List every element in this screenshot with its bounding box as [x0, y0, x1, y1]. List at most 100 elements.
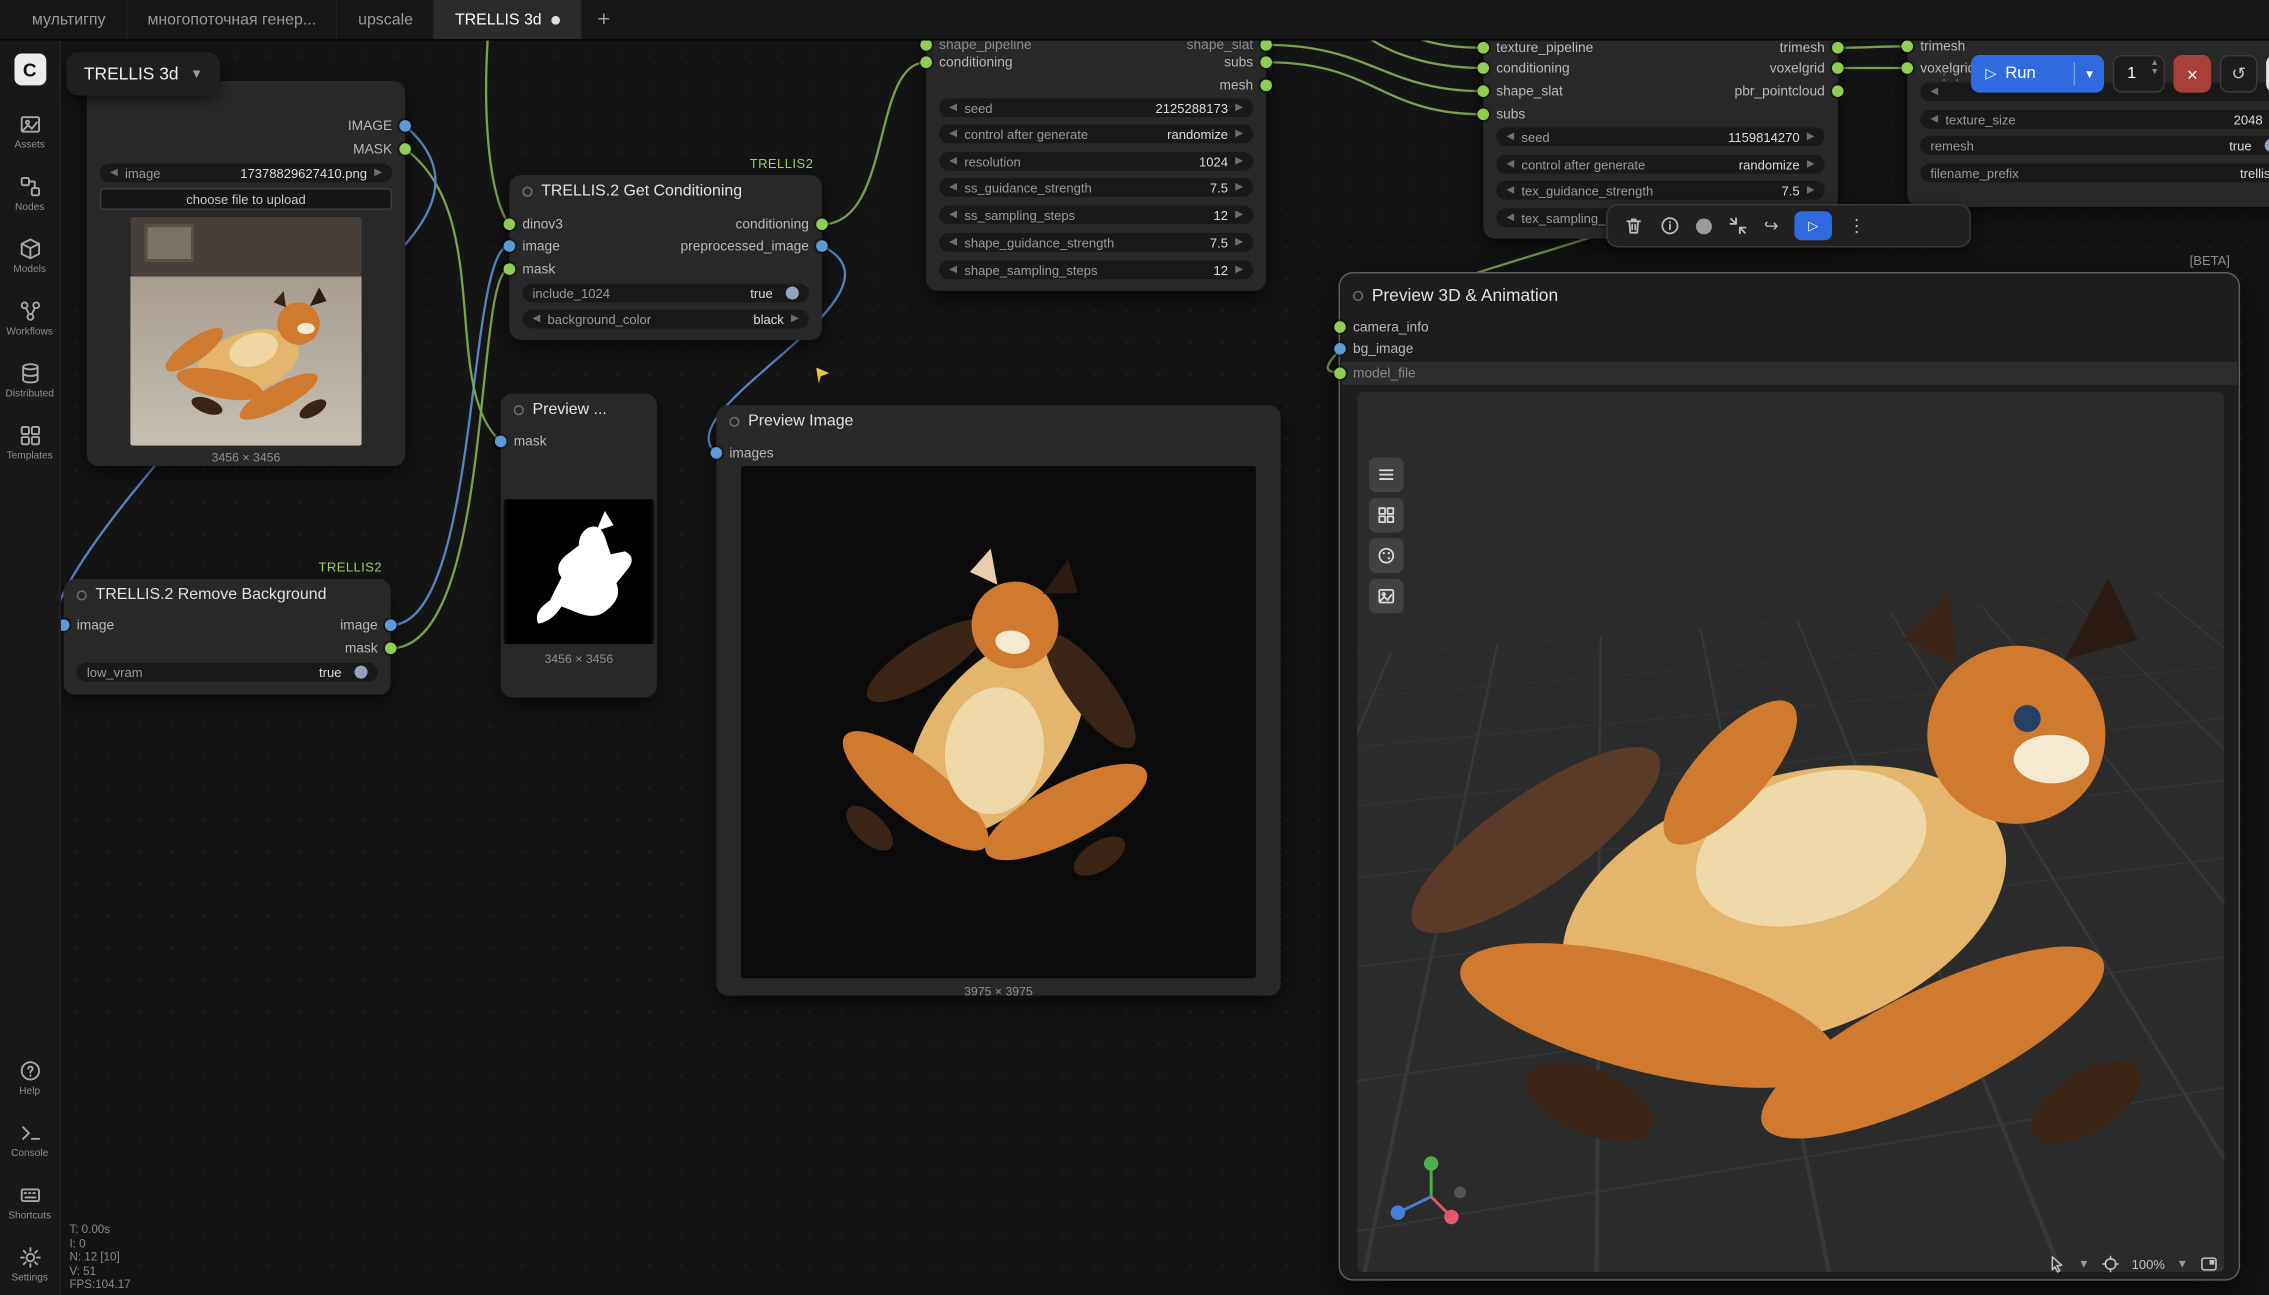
- output-port-subs[interactable]: [1260, 56, 1272, 68]
- collapse-dot-icon[interactable]: [514, 404, 524, 414]
- widget-remesh[interactable]: remeshtrue: [1920, 136, 2269, 155]
- next-arrow-icon[interactable]: ▶: [374, 168, 382, 178]
- widget-ss-sampling-steps[interactable]: ◀ss_sampling_steps12▶: [939, 205, 1253, 224]
- run-node-button[interactable]: ▷: [1794, 211, 1832, 240]
- info-icon[interactable]: [1660, 216, 1680, 236]
- material-button[interactable]: [1369, 538, 1404, 573]
- axis-x-handle[interactable]: [1391, 1205, 1405, 1219]
- prev-arrow-icon[interactable]: ◀: [949, 129, 957, 139]
- widget-texture-size[interactable]: ◀texture_size2048▶: [1920, 110, 2269, 129]
- widget-ss-guidance-strength[interactable]: ◀ss_guidance_strength7.5▶: [939, 178, 1253, 197]
- prev-arrow-icon[interactable]: ◀: [533, 314, 541, 324]
- prev-arrow-icon[interactable]: ◀: [1506, 132, 1514, 142]
- output-port-pbr-pointcloud[interactable]: [1832, 85, 1844, 97]
- prev-arrow-icon[interactable]: ◀: [949, 103, 957, 113]
- cancel-run-button[interactable]: ×: [2173, 55, 2211, 93]
- prev-arrow-icon[interactable]: ◀: [949, 237, 957, 247]
- next-arrow-icon[interactable]: ▶: [1807, 185, 1815, 195]
- increment-icon[interactable]: ▲: [2150, 59, 2159, 68]
- workflow-selector[interactable]: TRELLIS 3d ▼: [67, 52, 221, 95]
- node-preview-mask[interactable]: Preview ... mask 3456 × 3456: [501, 394, 657, 698]
- widget-shape-sampling-steps[interactable]: ◀shape_sampling_steps12▶: [939, 260, 1253, 279]
- widget-include-1024[interactable]: include_1024 true: [522, 284, 809, 303]
- prev-arrow-icon[interactable]: ◀: [1930, 114, 1938, 124]
- toggle-knob-icon[interactable]: [786, 287, 799, 300]
- node-preview-image[interactable]: Preview Image images: [716, 405, 1280, 995]
- input-port-image[interactable]: [504, 240, 516, 252]
- widget-seed[interactable]: ◀seed1159814270▶: [1496, 127, 1824, 146]
- widget-image-filename[interactable]: ◀ image 17378829627410.png ▶: [100, 164, 392, 183]
- upload-button[interactable]: choose file to upload: [100, 188, 392, 210]
- next-arrow-icon[interactable]: ▶: [1235, 103, 1243, 113]
- sidebar-item-templates[interactable]: Templates: [0, 411, 60, 473]
- delete-icon[interactable]: [1624, 216, 1644, 236]
- output-port-mask[interactable]: [399, 143, 411, 155]
- sidebar-item-help[interactable]: Help: [0, 1046, 60, 1108]
- input-port-bg-image[interactable]: [1334, 343, 1346, 355]
- pointer-icon[interactable]: [2048, 1255, 2067, 1274]
- chevron-down-icon[interactable]: ▼: [2177, 1258, 2188, 1271]
- input-port-texture-pipeline[interactable]: [1477, 42, 1489, 54]
- widget-resolution[interactable]: ◀resolution1024▶: [939, 152, 1253, 171]
- output-port-conditioning[interactable]: [816, 219, 828, 231]
- tab-multigpu[interactable]: мультигпу: [12, 0, 128, 39]
- output-port-shape-slat[interactable]: [1260, 41, 1272, 51]
- sidebar-item-distributed[interactable]: Distributed: [0, 349, 60, 411]
- input-port-subs[interactable]: [1477, 109, 1489, 121]
- output-port-trimesh[interactable]: [1832, 42, 1844, 54]
- next-arrow-icon[interactable]: ▶: [1235, 265, 1243, 275]
- input-port-dinov3[interactable]: [504, 219, 516, 231]
- color-dot-icon[interactable]: [1696, 218, 1712, 234]
- next-arrow-icon[interactable]: ▶: [1235, 182, 1243, 192]
- axis-z-handle[interactable]: [1444, 1210, 1458, 1224]
- tab-multithread-gen[interactable]: многопоточная генер...: [127, 0, 338, 39]
- next-arrow-icon[interactable]: ▶: [1807, 132, 1815, 142]
- prev-arrow-icon[interactable]: ◀: [949, 156, 957, 166]
- node-load-image[interactable]: IMAGE MASK ◀ image 17378829627410.png ▶ …: [87, 81, 405, 466]
- collapse-dot-icon[interactable]: [729, 416, 739, 426]
- sidebar-item-shortcuts[interactable]: Shortcuts: [0, 1171, 60, 1233]
- next-arrow-icon[interactable]: ▶: [1235, 156, 1243, 166]
- batch-count-input[interactable]: 1 ▲▼: [2113, 55, 2165, 93]
- next-arrow-icon[interactable]: ▶: [1235, 237, 1243, 247]
- toggle-knob-icon[interactable]: [355, 666, 368, 679]
- widget-shape-guidance-strength[interactable]: ◀shape_guidance_strength7.5▶: [939, 233, 1253, 252]
- output-port-mask[interactable]: [385, 642, 397, 654]
- node-preview-3d[interactable]: [BETA] Preview 3D & Animation camera_inf…: [1339, 272, 2241, 1281]
- decrement-icon[interactable]: ▼: [2150, 68, 2159, 77]
- input-port-model-file[interactable]: [1334, 368, 1346, 380]
- input-port-mask[interactable]: [504, 263, 516, 275]
- node-shape-sampler[interactable]: shape_pipelineshape_slat conditioningsub…: [926, 41, 1266, 291]
- axis-neg-handle[interactable]: [1454, 1187, 1466, 1199]
- prev-arrow-icon[interactable]: ◀: [1506, 185, 1514, 195]
- next-arrow-icon[interactable]: ▶: [1807, 159, 1815, 169]
- prev-arrow-icon[interactable]: ◀: [1506, 213, 1514, 223]
- input-port-trimesh[interactable]: [1901, 41, 1913, 53]
- grid-toggle-button[interactable]: [1369, 498, 1404, 533]
- input-port-images[interactable]: [711, 447, 723, 459]
- axis-y-handle[interactable]: [1424, 1156, 1438, 1170]
- widget-seed[interactable]: ◀seed2125288173▶: [939, 98, 1253, 117]
- output-port-image[interactable]: [385, 619, 397, 631]
- run-button[interactable]: ▷ Run ▼: [1971, 55, 2104, 93]
- chevron-down-icon[interactable]: ▼: [2078, 1258, 2089, 1271]
- node-remove-background[interactable]: TRELLIS2 TRELLIS.2 Remove Background ima…: [64, 579, 391, 695]
- bypass-arrow-icon[interactable]: ↪: [1764, 217, 1779, 234]
- widget-control-after-generate[interactable]: ◀control after generaterandomize▶: [939, 124, 1253, 143]
- prev-arrow-icon[interactable]: ◀: [949, 265, 957, 275]
- input-port-shape-slat[interactable]: [1477, 85, 1489, 97]
- background-image-button[interactable]: [1369, 579, 1404, 614]
- sidebar-item-nodes[interactable]: Nodes: [0, 162, 60, 224]
- prev-arrow-icon[interactable]: ◀: [110, 168, 118, 178]
- prev-arrow-icon[interactable]: ◀: [1506, 159, 1514, 169]
- more-options-icon[interactable]: ⋮: [1848, 217, 1865, 234]
- pivot-icon[interactable]: [2101, 1255, 2120, 1274]
- widget-background-color[interactable]: ◀ background_color black ▶: [522, 310, 809, 329]
- prev-arrow-icon[interactable]: ◀: [949, 210, 957, 220]
- drag-handle-icon[interactable]: ⋮⋮: [1936, 64, 1962, 83]
- sidebar-item-settings[interactable]: Settings: [0, 1233, 60, 1295]
- collapse-dot-icon[interactable]: [1353, 290, 1363, 300]
- widget-control-after-generate[interactable]: ◀control after generaterandomize▶: [1496, 155, 1824, 174]
- toggle-knob-icon[interactable]: [2265, 139, 2269, 152]
- output-port-image[interactable]: [399, 120, 411, 132]
